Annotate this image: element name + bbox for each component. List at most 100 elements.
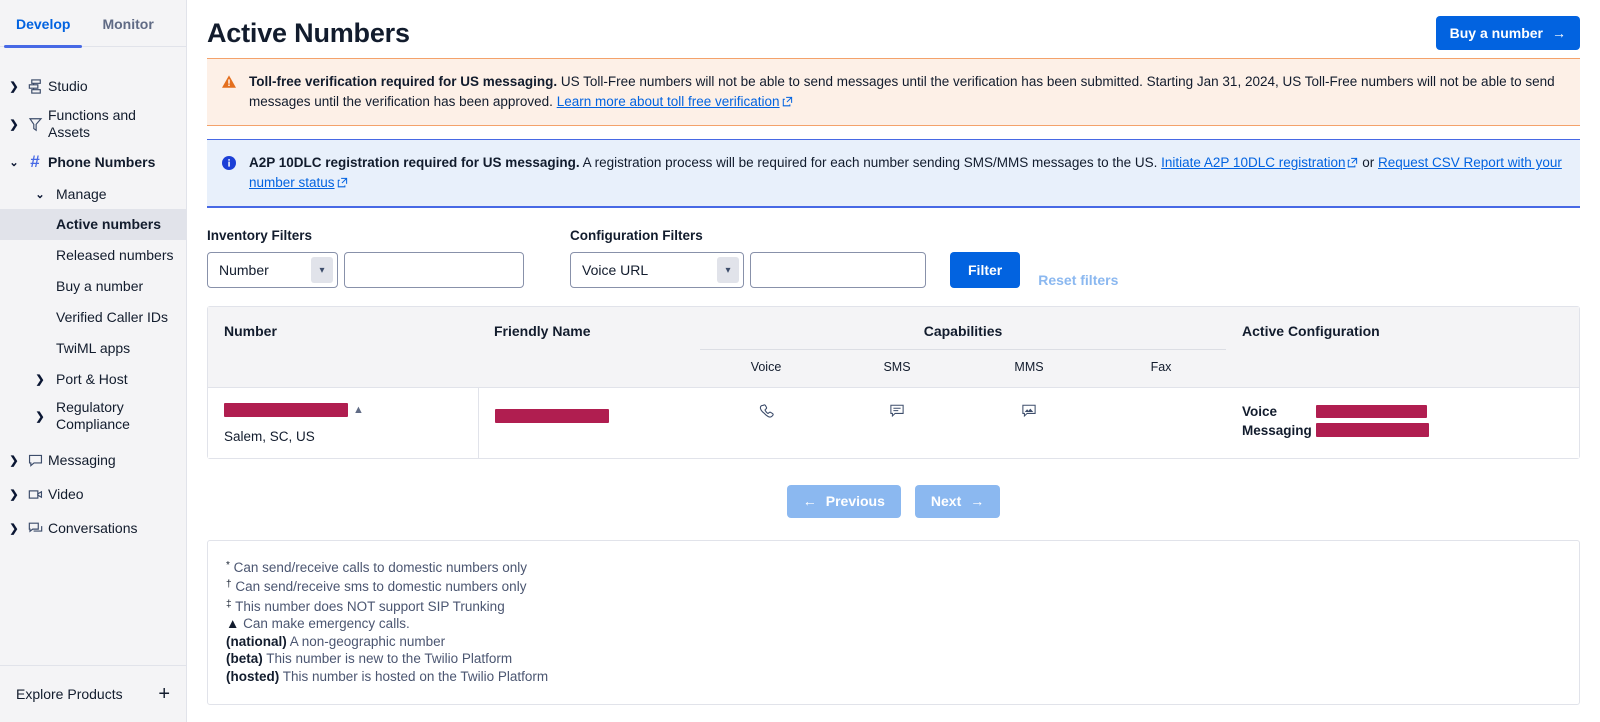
legend-mark: ▲ [226,616,240,632]
sidebar-item-manage[interactable]: ⌄ Manage [0,179,186,209]
sidebar-item-port-and-host[interactable]: ❯ Port & Host [0,364,186,395]
sidebar-item-video[interactable]: ❯ Video [0,477,186,511]
next-page-button[interactable]: Next → [914,484,1001,518]
initiate-a2p-registration-link[interactable]: Initiate A2P 10DLC registration [1161,155,1345,170]
inventory-filter-input[interactable] [344,252,524,288]
buy-a-number-button[interactable]: Buy a number → [1435,16,1580,50]
mms-image-icon [1020,404,1038,424]
sidebar-item-twiml-apps[interactable]: TwiML apps [0,333,186,364]
sidebar-item-studio[interactable]: ❯ Studio [0,69,186,103]
warning-triangle-icon [221,74,238,112]
cell-number: ▲ Salem, SC, US [208,386,479,458]
explore-products-button[interactable]: Explore Products + [16,684,170,704]
sidebar-item-twiml-apps-label: TwiML apps [56,340,131,356]
chevron-down-icon: ▾ [717,257,739,283]
external-link-icon [782,93,793,107]
a2p-info-bold: A2P 10DLC registration required for US m… [249,155,580,170]
previous-page-label: Previous [825,493,885,509]
info-circle-icon [221,155,238,193]
numbers-table-group-header: Number Friendly Name Capabilities Active… [208,307,1579,387]
emergency-triangle-icon: ▲ [353,403,364,416]
legend-text: A non-geographic number [286,633,446,649]
buy-a-number-label: Buy a number [1449,25,1543,41]
chevron-right-icon: ❯ [9,80,19,93]
legend-item: * Can send/receive calls to domestic num… [226,557,1561,577]
main-content: Active Numbers Buy a number → Toll-free … [187,0,1600,722]
toll-free-verification-link[interactable]: Learn more about toll free verification [557,94,780,109]
inventory-filter-row: Number ▾ [207,252,524,288]
chevron-right-icon: ❯ [35,410,45,423]
reset-filters-button[interactable]: Reset filters [1038,272,1118,288]
inventory-filter-select-value: Number [219,262,269,278]
sidebar-item-messaging-label: Messaging [48,451,116,468]
a2p-info-alert: A2P 10DLC registration required for US m… [207,139,1580,208]
toll-free-warning-text: Toll-free verification required for US m… [249,72,1564,112]
legend-text: This number is new to the Twilio Platfor… [262,651,513,667]
plus-icon: + [158,683,170,705]
col-number: Number [208,307,478,387]
number-redacted [224,403,348,418]
legend-text: This number is hosted on the Twilio Plat… [279,669,549,685]
page-header: Active Numbers Buy a number → [207,0,1580,58]
legend-item: † Can send/receive sms to domestic numbe… [226,576,1561,596]
numbers-table-head: Number Friendly Name Capabilities Active… [208,307,1579,387]
inventory-filter-select[interactable]: Number ▾ [207,252,338,288]
sidebar-item-active-numbers[interactable]: Active numbers [0,209,186,240]
tab-monitor[interactable]: Monitor [86,0,169,47]
numbers-table-container: Number Friendly Name Capabilities Active… [207,306,1580,459]
arrow-left-icon: ← [802,493,817,509]
sidebar-item-released-numbers[interactable]: Released numbers [0,240,186,271]
sidebar-item-conversations[interactable]: ❯ Conversations [0,511,186,545]
configuration-filter-input[interactable] [750,252,926,288]
sidebar-item-regulatory-compliance[interactable]: ❯ Regulatory Compliance [0,395,186,437]
chevron-down-icon: ▾ [311,257,333,283]
number-location: Salem, SC, US [224,428,315,444]
configuration-filters-group: Configuration Filters Voice URL ▾ [570,228,926,288]
sidebar-item-released-numbers-label: Released numbers [56,247,174,263]
filters-bar: Inventory Filters Number ▾ Configuration… [207,208,1580,288]
sidebar-item-buy-a-number[interactable]: Buy a number [0,271,186,302]
col-capability-sms: SMS [832,348,962,387]
sidebar-item-phone-numbers[interactable]: ⌄ # Phone Numbers [0,145,186,179]
configuration-filter-select[interactable]: Voice URL ▾ [570,252,744,288]
sidebar-item-verified-caller-ids[interactable]: Verified Caller IDs [0,302,186,333]
sidebar-item-video-label: Video [48,485,84,502]
legend-item: ▲ Can make emergency calls. [226,615,1561,633]
explore-products-label: Explore Products [16,686,123,702]
col-friendly-name: Friendly Name [478,307,700,387]
sidebar-item-studio-label: Studio [48,77,88,94]
sidebar-item-functions-and-assets[interactable]: ❯ Functions and Assets [0,103,186,145]
legend-item: ‡ This number does NOT support SIP Trunk… [226,596,1561,616]
col-capabilities: Capabilities [700,307,1227,349]
tab-monitor-label: Monitor [102,15,154,32]
col-active-configuration: Active Configuration [1226,307,1579,387]
config-voice-label: Voice [1242,403,1278,419]
config-messaging-redacted [1316,423,1430,437]
sidebar-item-phone-numbers-label: Phone Numbers [48,153,156,170]
legend-text: Can send/receive sms to domestic numbers… [231,579,527,595]
sidebar-nav: ❯ Studio ❯ Functions and Assets ⌄ # Phon… [0,47,186,659]
table-row[interactable]: ▲ Salem, SC, US Voice Messaging [208,386,1579,458]
toll-free-warning-alert: Toll-free verification required for US m… [207,58,1580,126]
cell-friendly-name [478,386,700,458]
tab-develop-label: Develop [16,15,71,32]
chevron-right-icon: ❯ [9,488,19,501]
sidebar-item-messaging[interactable]: ❯ Messaging [0,443,186,477]
sidebar-item-regulatory-compliance-label: Regulatory Compliance [56,399,130,432]
legend-text: Can make emergency calls. [239,616,410,632]
numbers-table: Number Friendly Name Capabilities Active… [208,307,1579,458]
tab-develop[interactable]: Develop [0,0,86,48]
filter-button[interactable]: Filter [950,252,1021,288]
legend-panel: * Can send/receive calls to domestic num… [207,539,1580,705]
previous-page-button[interactable]: ← Previous [786,484,901,518]
sidebar-item-port-and-host-label: Port & Host [56,371,128,387]
sidebar-item-functions-and-assets-label: Functions and Assets [48,107,136,140]
friendly-name-redacted [494,408,609,423]
config-messaging-label: Messaging [1242,422,1312,438]
pagination: ← Previous Next → [207,459,1580,528]
sidebar-item-conversations-label: Conversations [48,519,138,536]
sidebar: Develop Monitor ❯ Studio ❯ Functions and… [0,0,187,722]
arrow-right-icon: → [970,493,985,509]
col-capability-fax: Fax [1096,348,1227,387]
legend-mark: (beta) [226,651,263,667]
